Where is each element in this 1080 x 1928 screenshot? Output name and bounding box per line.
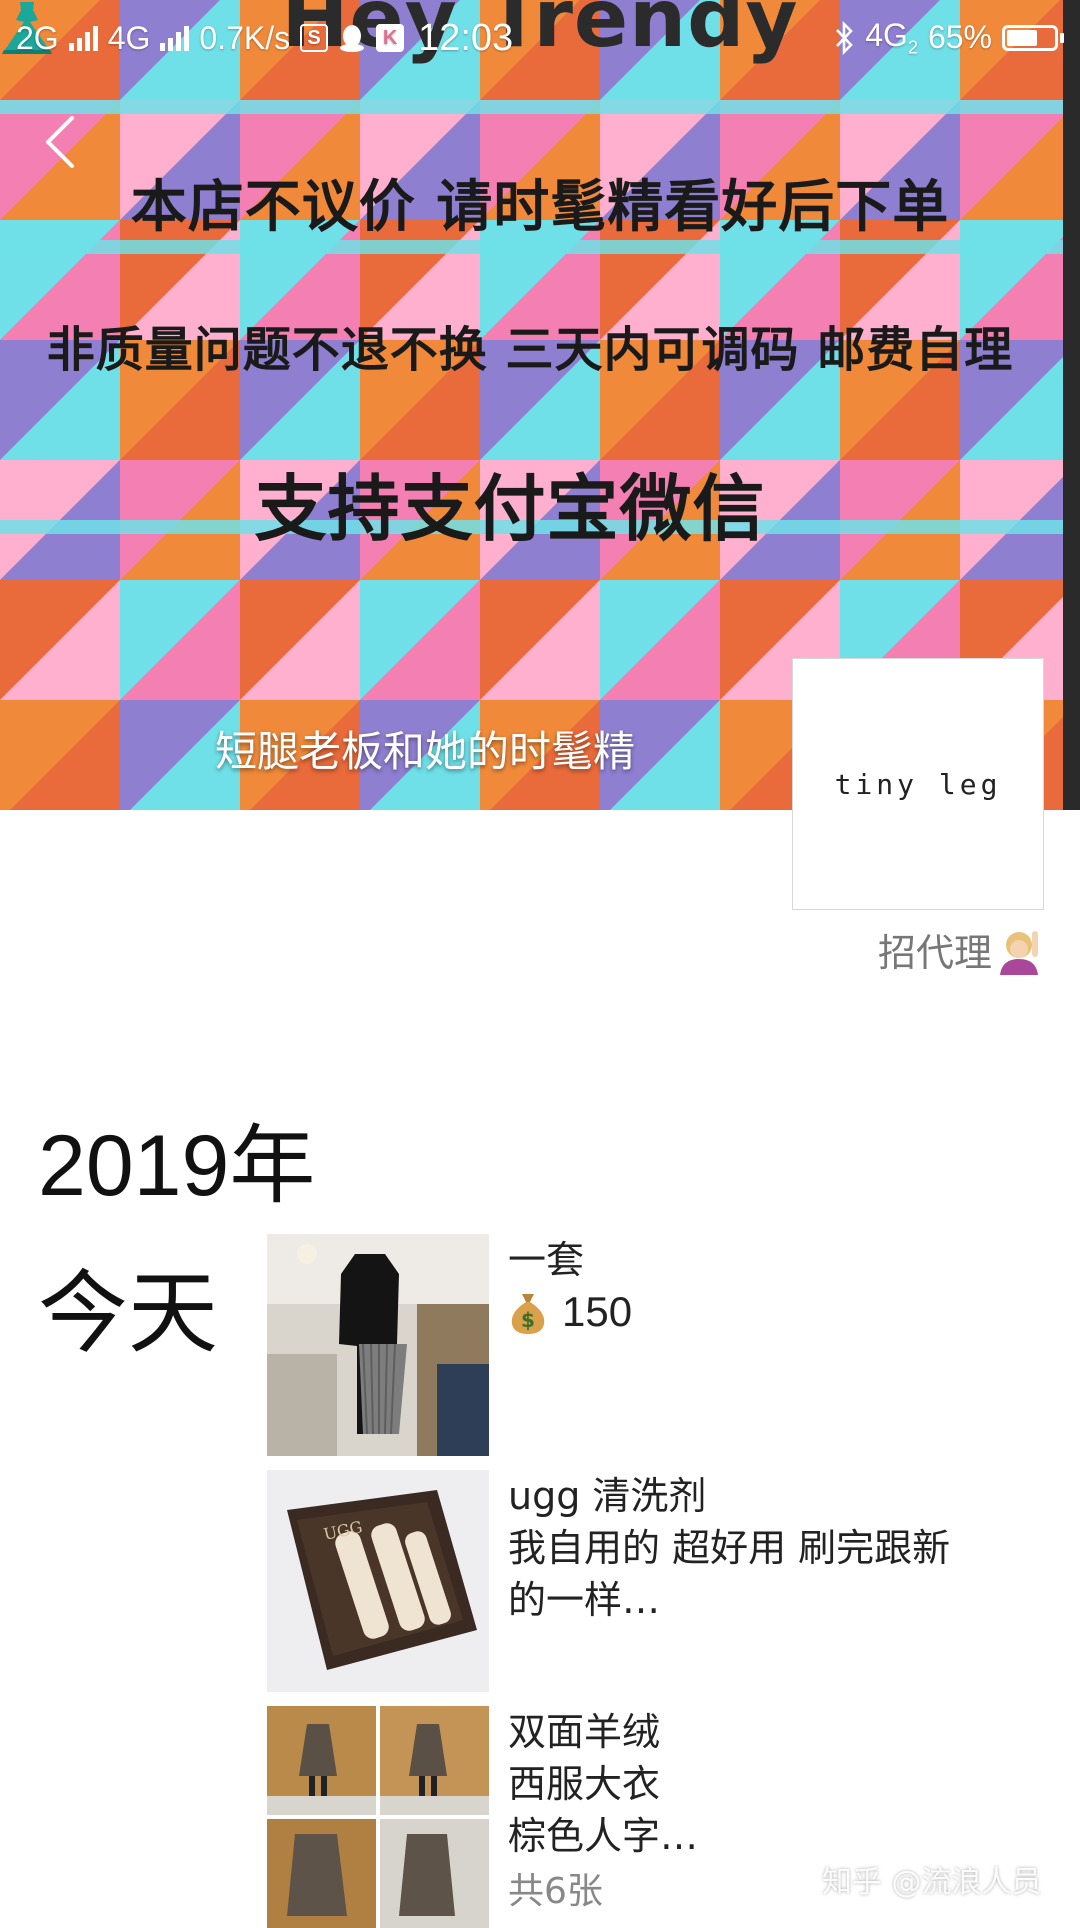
post-price: $ 150 [508,1286,1038,1338]
network-type-right: 4G2 [865,17,918,58]
cover-edge [1063,0,1080,810]
post-text: ugg 清洗剂 我自用的 超好用 刷完跟新 的一样… [508,1470,1038,1626]
clock: 12:03 [418,16,514,59]
status-bar: 2G 4G 0.7K/s S K 12:03 4G2 65% [0,0,1080,76]
year-heading: 2019年 [38,1116,316,1216]
recruit-agent-label: 招代理 [877,931,992,975]
bluetooth-icon [836,20,854,55]
post-photo-ugg-cleaner[interactable]: UGG [267,1470,489,1692]
signal-icon [68,25,98,51]
svg-text:$: $ [521,1308,535,1332]
money-bag-icon: $ [511,1294,545,1334]
person-raising-hand-icon [1000,930,1038,975]
post-photo-outfit[interactable] [267,1234,489,1456]
battery-icon [1002,24,1064,51]
post-caption-line: ugg 清洗剂 [508,1474,707,1518]
post-caption-line: 双面羊绒 [508,1710,661,1754]
cover-notice-line-3: 支持支付宝微信 [254,467,766,551]
post-caption-line: 我自用的 超好用 刷完跟新 [508,1526,951,1570]
qq-icon [340,25,365,52]
app-notification-icon: S [300,24,329,52]
cover-notice-line-1: 本店不议价 请时髦精看好后下单 [130,175,950,240]
post-photo-grid-coat[interactable] [267,1706,489,1928]
network-speed: 0.7K/s [199,19,291,56]
network-type-2: 4G [107,19,151,56]
post-text: 一套 $ 150 [508,1234,1038,1338]
signal-icon [160,25,190,51]
back-arrow-icon[interactable] [38,112,84,172]
battery-percentage: 65% [927,19,992,56]
post-caption-line: 棕色人字… [508,1814,699,1858]
post-caption-line: 西服大衣 [508,1762,661,1806]
recruit-agent-link[interactable]: 招代理 [878,922,1044,977]
shop-avatar[interactable]: tiny leg [792,658,1044,910]
cover-notice-line-2: 非质量问题不退不换 三天内可调码 邮费自理 [46,322,1014,378]
post-caption-line: 的一样… [508,1578,661,1622]
cover-stripe [0,100,1080,114]
zhihu-watermark: 知乎 @流浪人员 [822,1865,1042,1900]
shop-caption: 短腿老板和她的时髦精 [215,727,636,776]
network-type-1: 2G [16,19,59,56]
avatar-logo-text: tiny leg [834,767,1002,801]
price-value: 150 [562,1288,633,1335]
date-heading-today: 今天 [38,1261,218,1366]
post-caption-line: 一套 [508,1238,585,1282]
k-app-icon: K [376,24,405,52]
